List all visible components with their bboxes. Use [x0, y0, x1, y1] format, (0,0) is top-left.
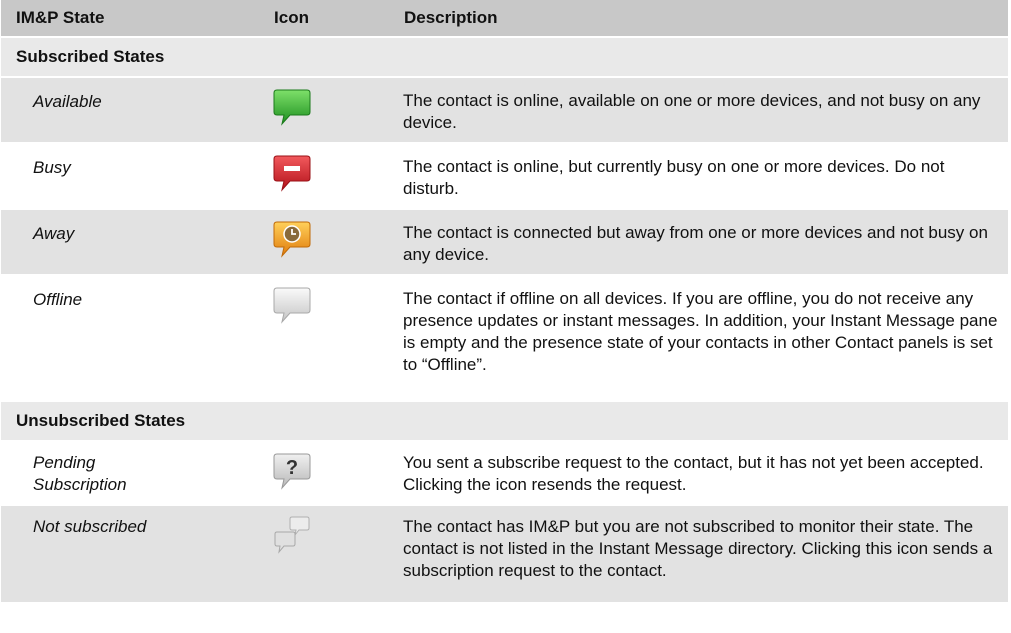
section-title: Subscribed States: [1, 37, 1008, 78]
state-name: Away: [1, 209, 194, 276]
section-title: Unsubscribed States: [1, 401, 1008, 442]
header-description: Description: [389, 0, 1008, 38]
state-description: The contact has IM&P but you are not sub…: [389, 505, 1008, 604]
table-row: Offline The contact if offline on all de…: [1, 275, 1008, 402]
table-row: Away The contact is connected but away f…: [1, 209, 1008, 276]
state-description: You sent a subscribe request to the cont…: [389, 441, 1008, 506]
table-row: Not subscribed The contact has IM&P but …: [1, 505, 1008, 604]
state-description: The contact if offline on all devices. I…: [389, 275, 1008, 402]
double-gray-bubble-icon: [272, 514, 312, 558]
table-header-row: IM&P State Icon Description: [1, 0, 1008, 38]
state-name: Not subscribed: [1, 505, 194, 604]
table-row: Busy The contact is online, but currentl…: [1, 143, 1008, 210]
table-row: Available The contact is online, availab…: [1, 77, 1008, 144]
orange-clock-bubble-icon: [272, 218, 312, 262]
state-name: Busy: [1, 143, 194, 210]
state-name: Offline: [1, 275, 194, 402]
green-speech-bubble-icon: [272, 86, 312, 130]
state-name: Pending Subscription: [1, 441, 194, 506]
header-icon: Icon: [194, 0, 389, 38]
header-state: IM&P State: [1, 0, 194, 38]
gray-speech-bubble-icon: [272, 284, 312, 328]
state-description: The contact is online, available on one …: [389, 77, 1008, 144]
red-busy-bubble-icon: [272, 152, 312, 196]
table-row: Pending Subscription ? You sent a subscr…: [1, 441, 1008, 506]
state-description: The contact is connected but away from o…: [389, 209, 1008, 276]
section-row-subscribed: Subscribed States: [1, 37, 1008, 78]
section-row-unsubscribed: Unsubscribed States: [1, 401, 1008, 442]
question-bubble-icon: ?: [272, 450, 312, 494]
state-name: Available: [1, 77, 194, 144]
im-presence-state-table: IM&P State Icon Description Subscribed S…: [1, 0, 1008, 604]
svg-text:?: ?: [285, 457, 297, 479]
state-description: The contact is online, but currently bus…: [389, 143, 1008, 210]
